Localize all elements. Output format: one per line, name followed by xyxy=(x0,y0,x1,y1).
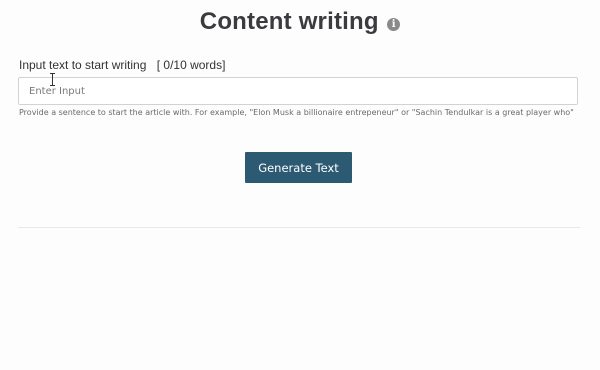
divider xyxy=(18,227,580,228)
help-text: Provide a sentence to start the article … xyxy=(19,108,574,117)
input-label: Input text to start writing xyxy=(19,58,147,72)
title-row: Content writing i xyxy=(0,8,600,42)
info-icon[interactable]: i xyxy=(387,17,401,31)
word-count: [ 0/10 words] xyxy=(156,58,226,72)
text-cursor-icon xyxy=(50,73,55,86)
text-input[interactable] xyxy=(18,77,578,105)
generate-text-button[interactable]: Generate Text xyxy=(245,152,352,183)
input-label-row: Input text to start writing [ 0/10 words… xyxy=(19,58,225,72)
content-writing-page: Content writing i Input text to start wr… xyxy=(0,0,600,370)
page-title: Content writing xyxy=(199,8,379,35)
